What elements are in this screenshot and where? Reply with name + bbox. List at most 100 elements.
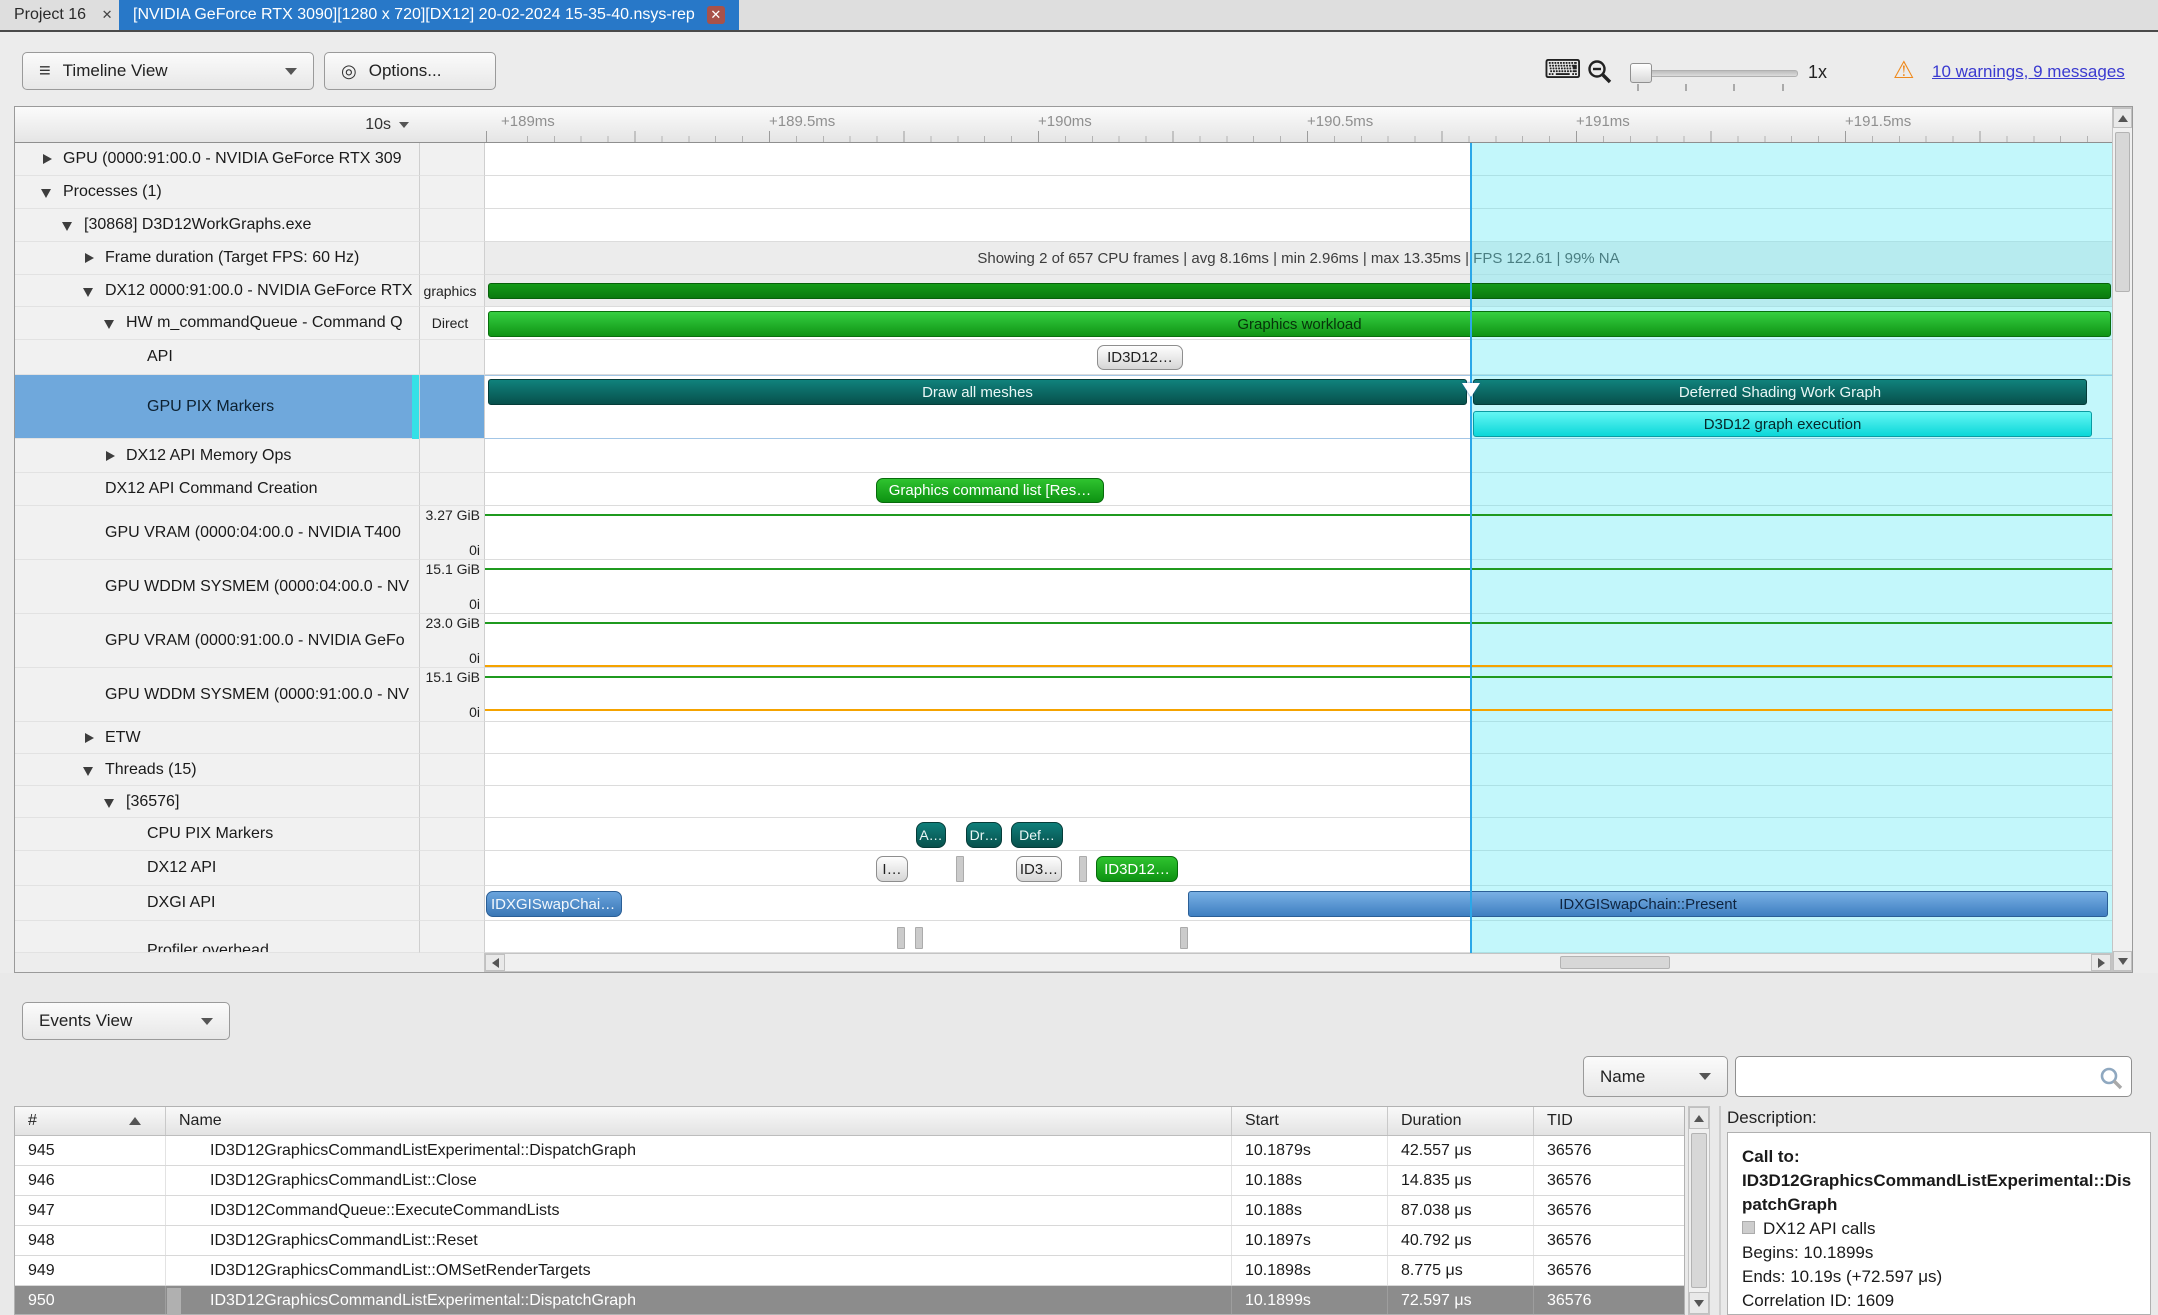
time-scale-selector[interactable]: 10s <box>15 107 419 142</box>
memory-usage-line <box>485 568 2112 570</box>
indent-spacer <box>123 826 139 842</box>
expander-icon[interactable] <box>102 315 118 331</box>
dx12-api-chip[interactable]: ID3D12… <box>1096 856 1178 882</box>
expander-icon[interactable] <box>39 151 55 167</box>
events-view-dropdown[interactable]: Events View <box>22 1002 230 1040</box>
column-header-name[interactable]: Name <box>165 1107 1231 1135</box>
table-row[interactable]: 949 ID3D12GraphicsCommandList::OMSetRend… <box>15 1256 1684 1286</box>
profiler-sliver[interactable] <box>1180 927 1188 949</box>
table-row-selected[interactable]: 950 ID3D12GraphicsCommandListExperimenta… <box>15 1286 1684 1315</box>
bar-label: Graphics command list [Res… <box>889 482 1092 499</box>
timeline-view-dropdown[interactable]: Timeline View <box>22 52 314 90</box>
tab-project[interactable]: Project 16 <box>0 0 130 30</box>
expander-icon[interactable] <box>60 217 76 233</box>
row-label: GPU VRAM (0000:91:00.0 - NVIDIA GeFo <box>105 632 405 650</box>
cpu-pix-chip[interactable]: Def… <box>1011 822 1063 848</box>
indent-spacer <box>81 525 97 541</box>
ruler-tick-label: +189.5ms <box>769 113 835 130</box>
scroll-up-button[interactable] <box>2113 108 2132 128</box>
time-selection-region[interactable] <box>1470 143 2112 953</box>
scrollbar-thumb[interactable] <box>1691 1133 1707 1288</box>
description-ends: Ends: 10.19s (+72.597 μs) <box>1742 1265 2136 1289</box>
options-button[interactable]: Options... <box>324 52 496 90</box>
description-call-to: Call to: <box>1742 1145 2136 1169</box>
timeline-vertical-scrollbar[interactable] <box>2112 107 2133 972</box>
row-label: DX12 API Command Creation <box>105 480 318 498</box>
indent-spacer <box>123 399 139 415</box>
column-header-tid[interactable]: TID <box>1533 1107 1684 1135</box>
expander-icon[interactable] <box>81 762 97 778</box>
event-marker-icon[interactable] <box>1462 383 1480 397</box>
timeline-horizontal-scrollbar[interactable] <box>484 953 2112 972</box>
column-header-start[interactable]: Start <box>1231 1107 1387 1135</box>
row-label: ETW <box>105 729 141 747</box>
memory-max-label: 23.0 GiB <box>426 615 480 631</box>
present-bar[interactable]: IDXGISwapChain::Present <box>1188 891 2108 917</box>
profiler-sliver[interactable] <box>897 927 905 949</box>
graphics-workload-bar[interactable]: Graphics workload <box>488 311 2111 337</box>
scroll-down-button[interactable] <box>2113 951 2132 971</box>
expander-icon[interactable] <box>81 250 97 266</box>
scroll-right-button[interactable] <box>2091 954 2111 971</box>
row-label: GPU (0000:91:00.0 - NVIDIA GeForce RTX 3… <box>63 150 402 168</box>
row-label: DXGI API <box>147 894 215 912</box>
memory-min-label: 0i <box>469 704 480 720</box>
chevron-down-icon <box>399 122 409 128</box>
profiler-sliver[interactable] <box>915 927 923 949</box>
table-row[interactable]: 946 ID3D12GraphicsCommandList::Close 10.… <box>15 1166 1684 1196</box>
dx12-api-sliver[interactable] <box>956 856 964 882</box>
keyboard-icon[interactable] <box>1544 54 1582 85</box>
table-row[interactable]: 947 ID3D12CommandQueue::ExecuteCommandLi… <box>15 1196 1684 1226</box>
dx12-api-chip[interactable]: I… <box>876 856 908 882</box>
scroll-up-button[interactable] <box>1689 1107 1709 1129</box>
scroll-down-button[interactable] <box>1689 1292 1709 1314</box>
table-row[interactable]: 945 ID3D12GraphicsCommandListExperimenta… <box>15 1136 1684 1166</box>
dx12-device-activity-bar[interactable] <box>488 283 2111 299</box>
bar-label: ID3… <box>1020 861 1058 878</box>
timeline-panel: 10s +189ms +189.5ms +190ms +190.5ms +191… <box>14 106 2133 973</box>
expander-icon[interactable] <box>81 283 97 299</box>
warnings-link[interactable]: 10 warnings, 9 messages <box>1932 62 2125 82</box>
expander-icon[interactable] <box>81 730 97 746</box>
expander-icon[interactable] <box>102 448 118 464</box>
zoom-slider-thumb[interactable] <box>1630 63 1652 83</box>
bar-label: Deferred Shading Work Graph <box>1679 384 1881 401</box>
timeline-ruler[interactable]: 10s +189ms +189.5ms +190ms +190.5ms +191… <box>15 107 2112 143</box>
draw-all-meshes-bar[interactable]: Draw all meshes <box>488 379 1467 405</box>
row-label: DX12 0000:91:00.0 - NVIDIA GeForce RTX <box>105 282 412 300</box>
time-cursor-line[interactable] <box>1470 143 1472 953</box>
dx12-api-sliver[interactable] <box>1079 856 1087 882</box>
command-list-chip[interactable]: Graphics command list [Res… <box>876 478 1104 503</box>
scrollbar-thumb[interactable] <box>2115 132 2130 292</box>
tab-report[interactable]: [NVIDIA GeForce RTX 3090][1280 x 720][DX… <box>119 0 739 30</box>
row-label: [30868] D3D12WorkGraphs.exe <box>84 216 311 234</box>
description-begins: Begins: 10.1899s <box>1742 1241 2136 1265</box>
scroll-left-button[interactable] <box>485 954 505 971</box>
zoom-out-icon[interactable] <box>1586 58 1614 86</box>
search-icon[interactable] <box>2098 1065 2124 1091</box>
table-row[interactable]: 948 ID3D12GraphicsCommandList::Reset 10.… <box>15 1226 1684 1256</box>
row-label: Threads (15) <box>105 761 197 779</box>
events-table-scrollbar[interactable] <box>1688 1106 1710 1315</box>
cpu-pix-chip[interactable]: Dr… <box>966 822 1002 848</box>
row-label: API <box>147 348 173 366</box>
deferred-shading-bar[interactable]: Deferred Shading Work Graph <box>1473 379 2087 405</box>
api-call-chip[interactable]: ID3D12… <box>1097 345 1183 370</box>
close-icon[interactable] <box>707 6 725 24</box>
dxgi-swapchain-chip[interactable]: IDXGISwapChai… <box>486 891 622 917</box>
description-event-name: ID3D12GraphicsCommandListExperimental::D… <box>1742 1169 2136 1217</box>
expander-icon[interactable] <box>39 184 55 200</box>
column-header-duration[interactable]: Duration <box>1387 1107 1533 1135</box>
row-label: GPU PIX Markers <box>147 398 274 416</box>
scrollbar-thumb[interactable] <box>1560 956 1670 969</box>
column-header-index[interactable]: # <box>15 1107 165 1135</box>
events-view-label: Events View <box>39 1011 132 1031</box>
close-icon[interactable] <box>98 6 116 24</box>
expander-icon[interactable] <box>102 794 118 810</box>
filter-field-dropdown[interactable]: Name <box>1583 1056 1728 1097</box>
search-input[interactable] <box>1735 1056 2132 1097</box>
cpu-pix-chip[interactable]: A… <box>916 822 946 848</box>
zoom-slider-track[interactable] <box>1630 70 1798 77</box>
graph-execution-bar[interactable]: D3D12 graph execution <box>1473 411 2092 437</box>
dx12-api-chip[interactable]: ID3… <box>1016 856 1062 882</box>
